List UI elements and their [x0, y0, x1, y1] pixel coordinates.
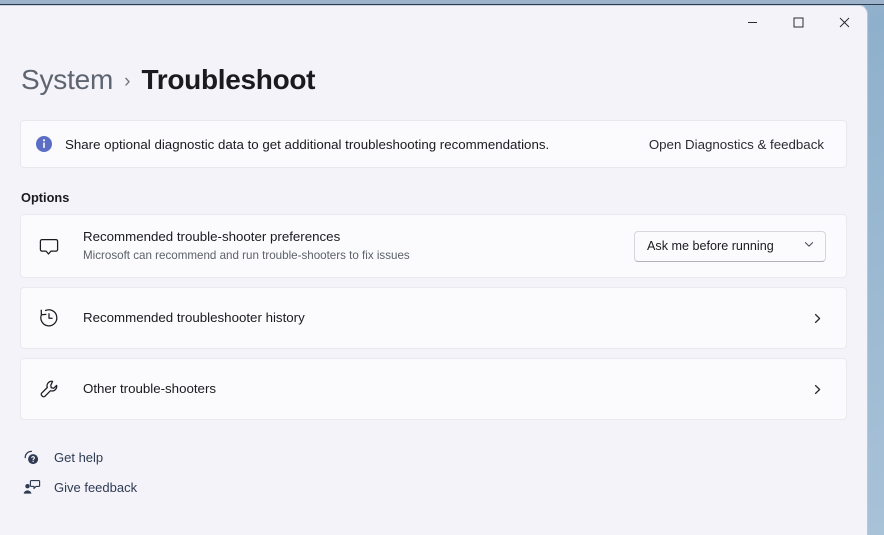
- option-title: Other trouble-shooters: [83, 380, 808, 398]
- give-feedback-label: Give feedback: [54, 480, 137, 495]
- give-feedback-link[interactable]: Give feedback: [21, 472, 137, 502]
- feedback-person-icon: [21, 478, 41, 497]
- option-subtitle: Microsoft can recommend and run trouble-…: [83, 248, 634, 264]
- option-text-group: Recommended trouble-shooter preferences …: [83, 228, 634, 264]
- minimize-icon: [747, 17, 758, 28]
- open-diagnostics-feedback-link[interactable]: Open Diagnostics & feedback: [649, 137, 824, 152]
- get-help-label: Get help: [54, 450, 103, 465]
- option-row-troubleshooter-preferences[interactable]: Recommended trouble-shooter preferences …: [20, 214, 847, 278]
- banner-message: Share optional diagnostic data to get ad…: [65, 137, 649, 152]
- wrench-icon: [38, 378, 72, 400]
- help-question-icon: [21, 448, 41, 467]
- option-title: Recommended troubleshooter history: [83, 309, 808, 327]
- option-row-troubleshooter-history[interactable]: Recommended troubleshooter history: [20, 287, 847, 349]
- footer-links: Get help Give feedback: [20, 442, 847, 502]
- chevron-right-icon[interactable]: [808, 383, 826, 396]
- breadcrumb-parent-system[interactable]: System: [21, 64, 113, 96]
- close-button[interactable]: [821, 6, 867, 39]
- chevron-right-icon[interactable]: [808, 312, 826, 325]
- get-help-link[interactable]: Get help: [21, 442, 103, 472]
- option-row-other-troubleshooters[interactable]: Other trouble-shooters: [20, 358, 847, 420]
- option-text-group: Recommended troubleshooter history: [83, 309, 808, 327]
- option-title: Recommended trouble-shooter preferences: [83, 228, 634, 246]
- page-title: Troubleshoot: [141, 64, 315, 96]
- settings-window: System › Troubleshoot Share optional dia…: [0, 5, 868, 535]
- minimize-button[interactable]: [729, 6, 775, 39]
- options-section-heading: Options: [20, 190, 847, 205]
- breadcrumb: System › Troubleshoot: [20, 64, 847, 96]
- option-text-group: Other trouble-shooters: [83, 380, 808, 398]
- settings-page: System › Troubleshoot Share optional dia…: [0, 64, 867, 502]
- dropdown-selected-value: Ask me before running: [647, 239, 774, 253]
- maximize-icon: [793, 17, 804, 28]
- window-controls: [729, 6, 867, 39]
- history-clock-icon: [38, 307, 72, 329]
- breadcrumb-separator-icon: ›: [124, 71, 130, 93]
- troubleshooter-preference-dropdown[interactable]: Ask me before running: [634, 231, 826, 262]
- window-titlebar: [0, 6, 867, 46]
- diagnostic-data-banner: Share optional diagnostic data to get ad…: [20, 120, 847, 168]
- info-circle-icon: [35, 135, 53, 153]
- chevron-down-icon: [803, 237, 815, 255]
- speech-bubble-icon: [38, 235, 72, 257]
- maximize-button[interactable]: [775, 6, 821, 39]
- close-icon: [839, 17, 850, 28]
